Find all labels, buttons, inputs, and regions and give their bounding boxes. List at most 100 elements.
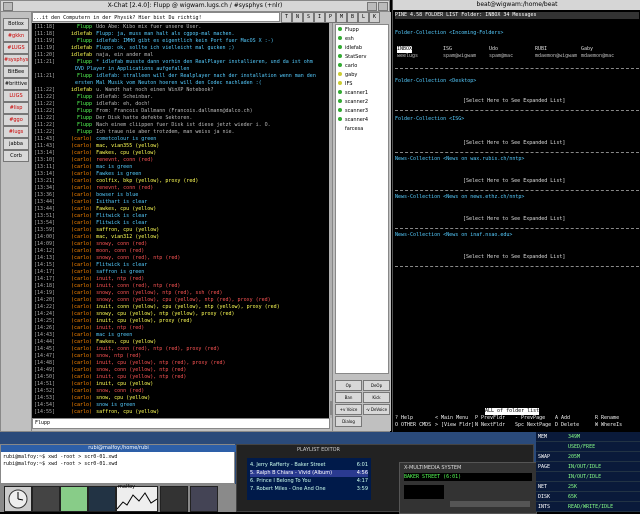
- nick[interactable]: (carlo): [58, 297, 92, 304]
- user-item[interactable]: esh: [338, 35, 354, 44]
- channel-button[interactable]: #LUGS: [3, 42, 29, 54]
- nick[interactable]: (carlo): [58, 374, 92, 381]
- nick[interactable]: (carlo): [58, 150, 92, 157]
- nick[interactable]: (carlo): [58, 248, 92, 255]
- nick[interactable]: (carlo): [58, 332, 92, 339]
- mixer-icon[interactable]: [190, 486, 218, 512]
- user-item[interactable]: scanner1: [338, 89, 368, 98]
- nick[interactable]: (carlo): [58, 388, 92, 395]
- nick[interactable]: (carlo): [58, 304, 92, 311]
- nick[interactable]: Flupp: [58, 59, 92, 66]
- nick[interactable]: (carlo): [58, 157, 92, 164]
- mode-button[interactable]: T: [281, 12, 292, 23]
- menu-item[interactable]: D Delete: [555, 422, 579, 429]
- nick[interactable]: (carlo): [58, 290, 92, 297]
- nick[interactable]: idlefab: [58, 87, 92, 94]
- terminal-icon[interactable]: [32, 486, 60, 512]
- cpu-monitor-icon[interactable]: [60, 486, 88, 512]
- mode-button[interactable]: K: [369, 12, 380, 23]
- expand-link[interactable]: [Select Here to See Expanded List]: [463, 216, 565, 223]
- folder-name[interactable]: ISG: [443, 46, 452, 53]
- collection-header[interactable]: News-Collection <News on news.ethz.ch/nn…: [395, 194, 524, 201]
- mode-button[interactable]: M: [336, 12, 347, 23]
- terminal-titlebar[interactable]: rubi@malfoy:/home/rubi: [1, 445, 236, 452]
- channel-button[interactable]: #sysphys: [3, 54, 29, 66]
- channel-button[interactable]: #brittive: [3, 78, 29, 90]
- nick[interactable]: (carlo): [58, 178, 92, 185]
- nick[interactable]: idlefab: [58, 31, 92, 38]
- nick[interactable]: Flupp: [58, 101, 92, 108]
- mode-button[interactable]: I: [314, 12, 325, 23]
- user-item[interactable]: StatServ: [338, 53, 366, 62]
- user-item[interactable]: scanner2: [338, 98, 368, 107]
- playlist-track[interactable]: 4. Jerry Rafferty - Baker Street 6:01: [250, 462, 368, 469]
- menu-item[interactable]: N NextFldr: [475, 422, 505, 429]
- nick[interactable]: (carlo): [58, 381, 92, 388]
- nick[interactable]: (carlo): [58, 213, 92, 220]
- collection-header[interactable]: Folder-Collection <ISG>: [395, 116, 464, 123]
- nick[interactable]: (carlo): [58, 206, 92, 213]
- nick[interactable]: (carlo): [58, 360, 92, 367]
- user-item[interactable]: farcesa: [338, 125, 363, 134]
- mode-button[interactable]: N: [292, 12, 303, 23]
- tux-icon[interactable]: [160, 486, 188, 512]
- collection-header[interactable]: News-Collection <News on wax.rubis.ch/nn…: [395, 156, 524, 163]
- minimize-icon[interactable]: [367, 2, 377, 11]
- user-item[interactable]: scanner3: [338, 107, 368, 116]
- nick[interactable]: (carlo): [58, 276, 92, 283]
- nick[interactable]: (carlo): [58, 409, 92, 416]
- channel-button[interactable]: LUGS: [3, 90, 29, 102]
- menu-item[interactable]: < Main Menu: [435, 415, 468, 422]
- topic-bar[interactable]: ...it den Computern in der Physik? Hier …: [32, 12, 280, 22]
- menu-item[interactable]: > [View Fldr]: [435, 422, 474, 429]
- user-item[interactable]: Flupp: [338, 26, 359, 35]
- channel-button[interactable]: Botlox: [3, 18, 29, 30]
- menu-item[interactable]: ? Help: [395, 415, 413, 422]
- playlist-track[interactable]: 5. Ralph B Chiara - Vivid (Album) 4:56: [250, 470, 368, 477]
- mode-button[interactable]: S: [303, 12, 314, 23]
- folder-name[interactable]: RUBI: [535, 46, 547, 53]
- clock-icon[interactable]: [4, 486, 32, 512]
- menu-item[interactable]: O OTHER CMDS: [395, 422, 431, 429]
- nick[interactable]: idlefab: [58, 52, 92, 59]
- menu-item[interactable]: Spc NextPage: [515, 422, 551, 429]
- nick[interactable]: (carlo): [58, 402, 92, 409]
- nick[interactable]: (carlo): [58, 353, 92, 360]
- nick[interactable]: Flupp: [58, 24, 92, 31]
- nick[interactable]: (carlo): [58, 220, 92, 227]
- nick[interactable]: (carlo): [58, 171, 92, 178]
- user-item[interactable]: gaby: [338, 71, 357, 80]
- nick[interactable]: (carlo): [58, 262, 92, 269]
- nick[interactable]: idlefab: [58, 45, 92, 52]
- nick[interactable]: (carlo): [58, 227, 92, 234]
- mode-button[interactable]: P: [325, 12, 336, 23]
- channel-button[interactable]: #gkkn: [3, 30, 29, 42]
- channel-button[interactable]: #lugs: [3, 126, 29, 138]
- nick[interactable]: Flupp: [58, 129, 92, 136]
- nick[interactable]: Flupp: [58, 115, 92, 122]
- nick[interactable]: (carlo): [58, 346, 92, 353]
- nick[interactable]: (carlo): [58, 143, 92, 150]
- nick[interactable]: (carlo): [58, 241, 92, 248]
- collection-header[interactable]: News-Collection <News on inaf.nsao.edu>: [395, 232, 512, 239]
- mode-button[interactable]: B: [347, 12, 358, 23]
- folder-name[interactable]: INBOX: [397, 46, 413, 53]
- collection-header[interactable]: Folder-Collection <Desktop>: [395, 78, 476, 85]
- user-action-button[interactable]: Ban: [335, 392, 362, 403]
- expand-link[interactable]: [Select Here to See Expanded List]: [463, 98, 565, 105]
- nick[interactable]: (carlo): [58, 185, 92, 192]
- nick[interactable]: (carlo): [58, 311, 92, 318]
- nick[interactable]: (carlo): [58, 283, 92, 290]
- controls[interactable]: [450, 501, 530, 507]
- nick[interactable]: (carlo): [58, 234, 92, 241]
- terminal-window[interactable]: rubi@malfoy:/home/rubi rubi@malfoy:~$ xw…: [0, 444, 236, 484]
- nick[interactable]: Flupp: [58, 108, 92, 115]
- pine-titlebar[interactable]: beat@wigwam:/home/beat: [393, 0, 640, 10]
- expand-link[interactable]: [Select Here to See Expanded List]: [463, 178, 565, 185]
- menu-item[interactable]: W WhereIs: [595, 422, 622, 429]
- nick[interactable]: (carlo): [58, 192, 92, 199]
- expand-link[interactable]: [Select Here to See Expanded List]: [463, 140, 565, 147]
- user-action-button[interactable]: +v Voice: [335, 404, 362, 415]
- channel-button[interactable]: #lisp: [3, 102, 29, 114]
- nick[interactable]: Flupp: [58, 122, 92, 129]
